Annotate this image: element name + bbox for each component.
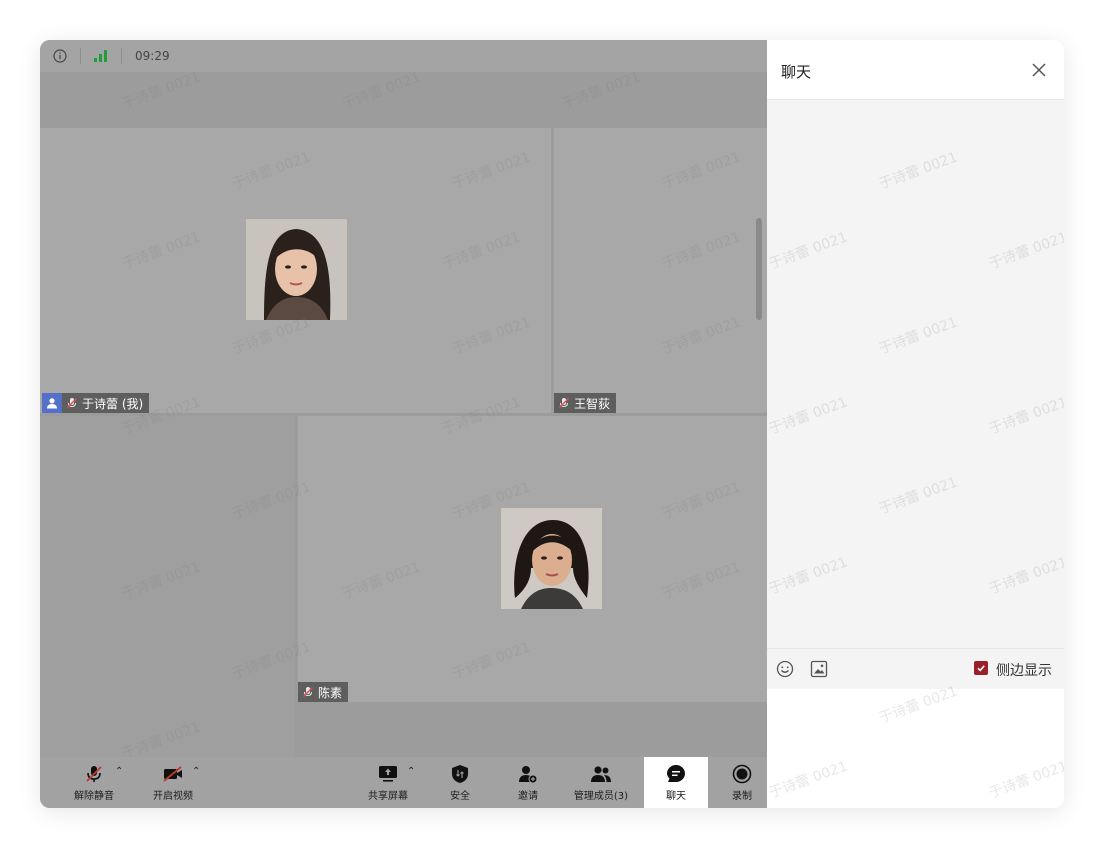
video-off-icon [163, 766, 182, 782]
invite-button[interactable]: 邀请 [508, 757, 548, 808]
watermark: 于诗蕾 0021 [767, 554, 850, 598]
divider [121, 48, 122, 64]
members-icon [591, 766, 611, 782]
participant-name-tag: 陈素 [298, 682, 349, 702]
meeting-window: 09:29 于诗蕾 (我) 王智荻 陈素 于诗蕾 0021 于诗蕾 0021 于… [40, 40, 1064, 808]
chat-toolbar: 侧边显示 [767, 648, 1064, 689]
chevron-up-icon[interactable]: ⌃ [192, 766, 200, 777]
chat-title: 聊天 [781, 63, 812, 81]
chat-message-list[interactable]: 于诗蕾 0021 于诗蕾 0021 于诗蕾 0021 于诗蕾 0021 于诗蕾 … [767, 100, 1064, 648]
record-button[interactable]: 录制 [722, 757, 762, 808]
info-icon[interactable] [53, 49, 67, 63]
share-screen-button[interactable]: 共享屏幕 [363, 757, 413, 808]
meeting-topbar: 09:29 [40, 40, 767, 72]
divider [80, 48, 81, 64]
checkmark-icon [977, 665, 985, 672]
security-button[interactable]: 安全 [440, 757, 480, 808]
shield-icon [452, 765, 468, 783]
watermark: 于诗蕾 0021 [340, 69, 423, 113]
manage-members-button[interactable]: 管理成员(3) [570, 757, 632, 808]
watermark: 于诗蕾 0021 [987, 394, 1064, 438]
watermark: 于诗蕾 0021 [560, 69, 643, 113]
image-icon[interactable] [810, 660, 828, 678]
share-screen-icon [379, 766, 397, 782]
chat-panel: 聊天 于诗蕾 0021 于诗蕾 0021 于诗蕾 0021 于诗蕾 0021 于… [767, 40, 1064, 808]
chat-icon [667, 765, 685, 782]
invite-label: 邀请 [518, 791, 538, 802]
share-screen-label: 共享屏幕 [368, 791, 408, 802]
user-icon [47, 398, 57, 409]
mic-muted-icon [559, 398, 569, 408]
tiles-scrollbar[interactable] [756, 218, 762, 320]
participant-name-tag: 王智荻 [554, 393, 617, 413]
side-display-label[interactable]: 侧边显示 [996, 660, 1052, 680]
unmute-button[interactable]: 解除静音 [70, 757, 118, 808]
avatar [246, 219, 347, 320]
close-icon[interactable] [1031, 62, 1047, 78]
participant-name-tag: 于诗蕾 (我) [62, 393, 150, 413]
record-label: 录制 [732, 791, 752, 802]
chat-label: 聊天 [666, 791, 686, 802]
watermark: 于诗蕾 0021 [877, 149, 960, 193]
record-icon [732, 764, 752, 784]
manage-members-label: 管理成员(3) [573, 791, 629, 802]
chat-input[interactable]: 于诗蕾 0021 于诗蕾 0021 于诗蕾 0021 [767, 683, 1064, 808]
chat-header: 聊天 [767, 40, 1064, 100]
mic-muted-icon [303, 687, 313, 697]
side-display-checkbox[interactable] [974, 661, 988, 675]
emoji-icon[interactable] [776, 660, 794, 678]
meeting-area: 09:29 于诗蕾 (我) 王智荻 陈素 于诗蕾 0021 于诗蕾 0021 于… [40, 40, 767, 808]
chevron-up-icon[interactable]: ⌃ [115, 766, 123, 777]
watermark: 于诗蕾 0021 [877, 474, 960, 518]
meeting-clock: 09:29 [135, 49, 170, 63]
empty-tile [40, 416, 295, 757]
participant-name: 王智荻 [574, 396, 611, 411]
chevron-up-icon[interactable]: ⌃ [407, 766, 415, 777]
video-tile-self[interactable]: 于诗蕾 (我) [40, 128, 551, 413]
avatar [501, 508, 602, 609]
mic-muted-icon [67, 398, 77, 408]
participant-name: 于诗蕾 (我) [82, 396, 144, 411]
chat-button[interactable]: 聊天 [644, 757, 708, 808]
unmute-label: 解除静音 [74, 791, 114, 802]
add-user-icon [519, 766, 538, 784]
watermark: 于诗蕾 0021 [120, 69, 203, 113]
watermark: 于诗蕾 0021 [767, 229, 850, 273]
mic-off-icon [86, 766, 102, 782]
watermark: 于诗蕾 0021 [767, 758, 850, 802]
video-tile-participant[interactable] [298, 416, 767, 702]
watermark: 于诗蕾 0021 [767, 394, 850, 438]
watermark: 于诗蕾 0021 [877, 314, 960, 358]
video-tile-participant[interactable]: 王智荻 [554, 128, 767, 413]
start-video-label: 开启视频 [153, 791, 193, 802]
security-label: 安全 [450, 791, 470, 802]
start-video-button[interactable]: 开启视频 [149, 757, 197, 808]
watermark: 于诗蕾 0021 [987, 554, 1064, 598]
self-badge [42, 393, 62, 413]
meeting-toolbar: 解除静音 ⌃ 开启视频 ⌃ 共享屏幕 ⌃ 安全 邀请 管理成员(3) 聊天 录制 [40, 757, 767, 808]
signal-icon[interactable] [94, 50, 108, 62]
watermark: 于诗蕾 0021 [987, 229, 1064, 273]
watermark: 于诗蕾 0021 [987, 758, 1064, 802]
participant-name: 陈素 [318, 685, 343, 700]
